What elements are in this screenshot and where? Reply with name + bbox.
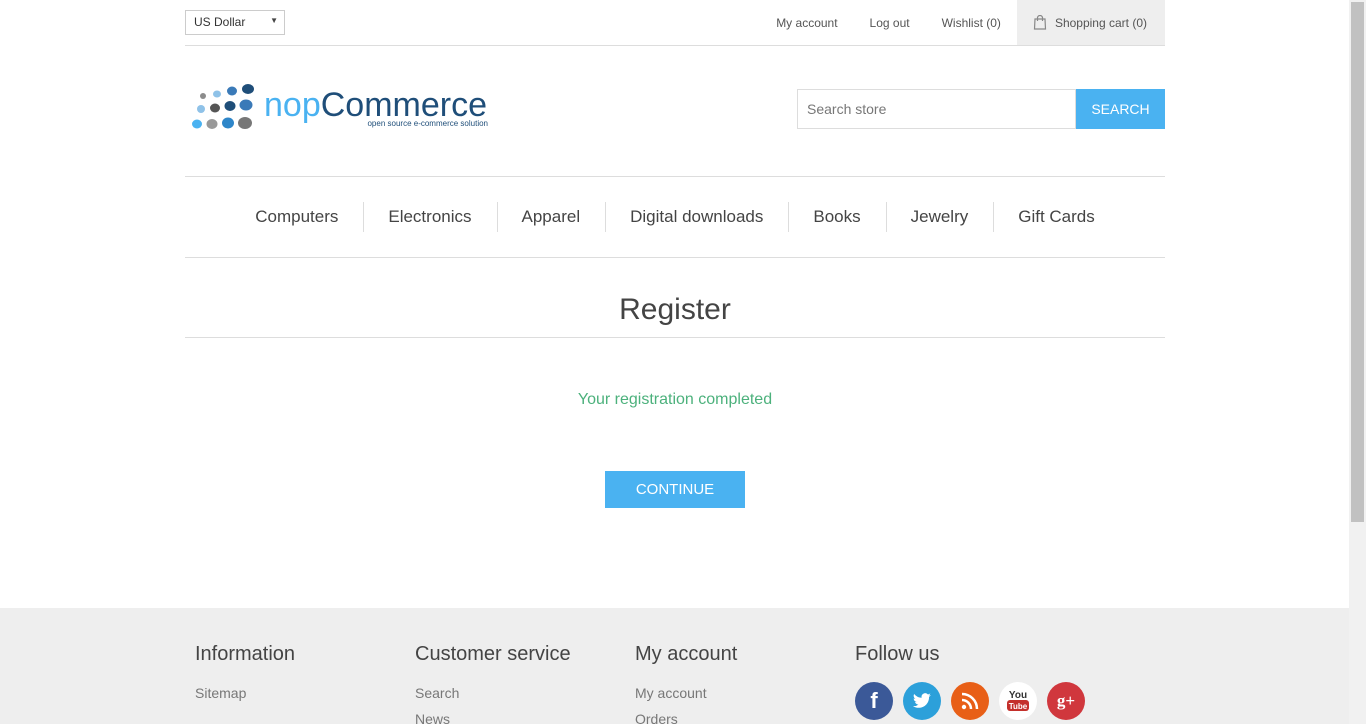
google-plus-icon[interactable]: g+: [1047, 682, 1085, 720]
footer-link-sitemap[interactable]: Sitemap: [195, 682, 395, 708]
rss-icon[interactable]: [951, 682, 989, 720]
menu-item-digital-downloads[interactable]: Digital downloads: [605, 202, 788, 232]
facebook-icon[interactable]: f: [855, 682, 893, 720]
logo-tagline: open source e-commerce solution: [367, 119, 488, 128]
page-title: Register: [619, 293, 731, 326]
page: US Dollar ▼ My account Log out Wishlist …: [0, 0, 1349, 724]
twitter-icon[interactable]: [903, 682, 941, 720]
footer-information-title: Information: [195, 643, 296, 665]
header-top-bar: US Dollar ▼ My account Log out Wishlist …: [185, 0, 1165, 46]
footer-link-search[interactable]: Search: [415, 682, 615, 708]
social-links: f You Tube g+: [855, 682, 1115, 720]
search-input[interactable]: Search store: [797, 89, 1076, 129]
dropdown-arrow-icon: ▼: [270, 16, 278, 25]
footer-link-news[interactable]: News: [415, 708, 615, 724]
footer-my-account-title: My account: [635, 643, 738, 665]
shopping-cart-label: Shopping cart (0): [1054, 15, 1147, 30]
menu-item-books[interactable]: Books: [788, 202, 885, 232]
continue-button[interactable]: CONTINUE: [605, 471, 745, 508]
footer-information: Information Sitemap: [195, 642, 395, 708]
footer-link-my-account[interactable]: My account: [635, 682, 835, 708]
currency-selector[interactable]: US Dollar ▼: [185, 10, 285, 35]
search-box: Search store SEARCH: [797, 89, 1165, 129]
menu-item-computers[interactable]: Computers: [230, 202, 363, 232]
logo-dots-icon: [192, 84, 254, 129]
vertical-scrollbar[interactable]: [1349, 0, 1366, 724]
svg-text:You: You: [1009, 690, 1027, 701]
footer-my-account: My account My account Orders: [635, 642, 835, 724]
youtube-icon[interactable]: You Tube: [999, 682, 1037, 720]
menu-item-jewelry[interactable]: Jewelry: [885, 202, 994, 232]
svg-text:Tube: Tube: [1009, 702, 1028, 711]
footer: Information Sitemap Customer service Sea…: [0, 608, 1349, 724]
footer-customer-service: Customer service Search News: [415, 642, 615, 724]
footer-follow-us: Follow us f You Tube g+: [855, 642, 1115, 720]
top-menu: Computers Electronics Apparel Digital do…: [185, 176, 1165, 258]
footer-link-orders[interactable]: Orders: [635, 708, 835, 724]
page-title-section: Register: [185, 285, 1165, 338]
search-button[interactable]: SEARCH: [1076, 89, 1165, 129]
currency-value: US Dollar: [194, 15, 246, 29]
registration-result-message: Your registration completed: [577, 391, 773, 408]
wishlist-link[interactable]: Wishlist (0): [942, 16, 1001, 30]
menu-item-gift-cards[interactable]: Gift Cards: [993, 202, 1120, 232]
footer-customer-service-title: Customer service: [415, 643, 571, 665]
scrollbar-thumb[interactable]: [1351, 2, 1364, 522]
footer-follow-us-title: Follow us: [855, 643, 940, 665]
shopping-cart-link[interactable]: Shopping cart (0): [1016, 0, 1165, 45]
log-out-link[interactable]: Log out: [870, 16, 910, 30]
nopcommerce-logo[interactable]: nopCommerce open source e-commerce solut…: [190, 82, 490, 134]
menu-item-electronics[interactable]: Electronics: [363, 202, 496, 232]
shopping-bag-icon: [1033, 15, 1047, 30]
menu-item-apparel[interactable]: Apparel: [496, 202, 606, 232]
my-account-link[interactable]: My account: [776, 16, 837, 30]
header-links: My account Log out Wishlist (0) Shopping…: [776, 0, 1165, 45]
